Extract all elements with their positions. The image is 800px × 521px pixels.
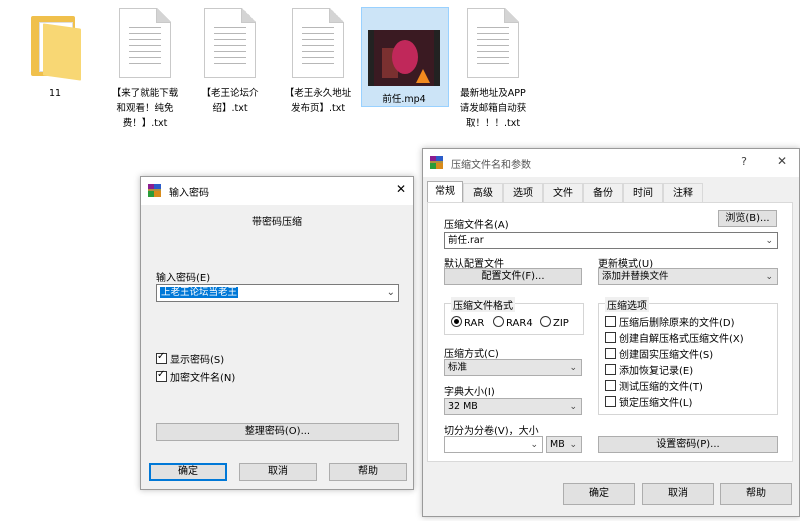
archive-name-input[interactable]: 前任.rar ⌄ (444, 232, 778, 249)
checkbox-icon (605, 396, 616, 407)
archive-help-button[interactable]: 帮助 (720, 483, 792, 505)
text-file-icon (467, 8, 519, 78)
option-solid[interactable]: 创建固实压缩文件(S) (605, 348, 713, 362)
split-volumes-label: 切分为分卷(V)，大小 (444, 426, 539, 437)
chevron-down-icon[interactable]: ⌄ (569, 399, 577, 415)
password-dialog-title: 输入密码 (169, 188, 209, 199)
vlc-cone-icon (416, 69, 430, 83)
option-delete-after[interactable]: 压缩后删除原来的文件(D) (605, 316, 735, 330)
checkbox-icon (605, 316, 616, 327)
file-txt-4[interactable]: 最新地址及APP 请发邮箱自动获 取！！！.txt (452, 8, 534, 131)
checkbox-icon (605, 332, 616, 343)
checkbox-checked-icon (156, 369, 167, 382)
chevron-down-icon[interactable]: ⌄ (387, 285, 395, 300)
update-mode-select[interactable]: 添加并替换文件 ⌄ (598, 268, 778, 285)
radio-unselected-icon (540, 316, 551, 327)
option-sfx[interactable]: 创建自解压格式压缩文件(X) (605, 332, 744, 346)
help-button[interactable]: 帮助 (329, 463, 407, 481)
organize-passwords-button[interactable]: 整理密码(O)... (156, 423, 399, 441)
archive-cancel-button[interactable]: 取消 (642, 483, 714, 505)
format-radio-rar4[interactable]: RAR4 (493, 316, 533, 330)
enter-password-label: 输入密码(E) (156, 273, 211, 284)
password-value: 上老王论坛当老王 (160, 287, 239, 298)
archive-options-group-title: 压缩选项 (605, 297, 649, 312)
archive-format-group: 压缩文件格式 RAR RAR4 ZIP (444, 297, 584, 335)
option-test[interactable]: 测试压缩的文件(T) (605, 380, 703, 394)
file-txt-2[interactable]: 【老王论坛介 绍】.txt (192, 8, 268, 116)
winrar-icon (148, 184, 161, 197)
option-lock[interactable]: 锁定压缩文件(L) (605, 396, 692, 410)
archive-ok-button[interactable]: 确定 (563, 483, 635, 505)
chevron-down-icon[interactable]: ⌄ (569, 360, 577, 376)
text-file-icon (204, 8, 256, 78)
tab-backup[interactable]: 备份 (583, 183, 623, 202)
dictionary-size-label: 字典大小(I) (444, 387, 495, 398)
password-input[interactable]: 上老王论坛当老王 ⌄ (156, 284, 399, 302)
checkbox-icon (605, 348, 616, 359)
profiles-button[interactable]: 配置文件(F)... (444, 268, 582, 285)
browse-button[interactable]: 浏览(B)... (718, 210, 777, 227)
file-label: 【老王论坛介 绍】.txt (201, 88, 259, 114)
archive-options-group: 压缩选项 压缩后删除原来的文件(D) 创建自解压格式压缩文件(X) 创建固实压缩… (598, 297, 778, 415)
show-password-checkbox[interactable]: 显示密码(S) (156, 351, 224, 367)
tab-time[interactable]: 时间 (623, 183, 663, 202)
tab-files[interactable]: 文件 (543, 183, 583, 202)
compression-method-label: 压缩方式(C) (444, 349, 499, 360)
tab-options[interactable]: 选项 (503, 183, 543, 202)
cancel-button[interactable]: 取消 (239, 463, 317, 481)
archive-dialog-titlebar: 压缩文件名和参数 ? ✕ (423, 149, 799, 177)
split-size-input[interactable]: ⌄ (444, 436, 543, 453)
ok-button[interactable]: 确定 (149, 463, 227, 481)
file-txt-1[interactable]: 【来了就能下载 和观看！纯免 费！】.txt (104, 8, 186, 131)
dictionary-size-select[interactable]: 32 MB ⌄ (444, 398, 582, 415)
video-thumbnail-icon (368, 30, 440, 86)
chevron-down-icon[interactable]: ⌄ (765, 233, 773, 249)
archive-format-group-title: 压缩文件格式 (451, 297, 515, 312)
text-file-icon (292, 8, 344, 78)
close-icon[interactable]: ✕ (396, 182, 406, 196)
radio-selected-icon (451, 316, 462, 327)
text-file-icon (119, 8, 171, 78)
close-icon[interactable]: ✕ (777, 154, 787, 168)
help-icon[interactable]: ? (741, 155, 747, 168)
file-label: 【老王永久地址 发布页】.txt (284, 88, 352, 114)
file-label: 最新地址及APP 请发邮箱自动获 取！！！.txt (459, 88, 527, 129)
compression-method-select[interactable]: 标准 ⌄ (444, 359, 582, 376)
format-radio-zip[interactable]: ZIP (540, 316, 569, 330)
winrar-icon (430, 156, 443, 169)
folder-11[interactable]: 11 (22, 8, 88, 101)
password-dialog-subtitle: 带密码压缩 (252, 217, 302, 228)
checkbox-checked-icon (156, 351, 167, 364)
file-label: 【来了就能下载 和观看！纯免 费！】.txt (111, 88, 179, 129)
radio-unselected-icon (493, 316, 504, 327)
tab-page-general: 压缩文件名(A) 浏览(B)... 前任.rar ⌄ 默认配置文件 配置文件(F… (427, 202, 793, 462)
split-unit-select[interactable]: MB ⌄ (546, 436, 582, 453)
tab-general[interactable]: 常规 (427, 181, 463, 203)
file-video[interactable]: 前任.mp4 (362, 30, 446, 107)
archive-dialog-title: 压缩文件名和参数 (451, 160, 531, 171)
tab-comment[interactable]: 注释 (663, 183, 703, 202)
format-radio-rar[interactable]: RAR (451, 316, 484, 330)
chevron-down-icon[interactable]: ⌄ (569, 437, 577, 453)
chevron-down-icon[interactable]: ⌄ (765, 269, 773, 285)
file-label: 前任.mp4 (382, 94, 426, 105)
checkbox-icon (605, 380, 616, 391)
folder-icon (29, 8, 81, 81)
file-label: 11 (48, 88, 62, 99)
set-password-button[interactable]: 设置密码(P)... (598, 436, 778, 453)
file-txt-3[interactable]: 【老王永久地址 发布页】.txt (278, 8, 358, 116)
option-recovery[interactable]: 添加恢复记录(E) (605, 364, 693, 378)
tab-advanced[interactable]: 高级 (463, 183, 503, 202)
encrypt-filenames-checkbox[interactable]: 加密文件名(N) (156, 369, 235, 385)
archive-name-label: 压缩文件名(A) (444, 220, 509, 231)
chevron-down-icon[interactable]: ⌄ (530, 437, 538, 453)
password-dialog: 输入密码 ✕ 带密码压缩 输入密码(E) 上老王论坛当老王 ⌄ 显示密码(S) … (140, 176, 414, 490)
password-dialog-titlebar: 输入密码 ✕ (141, 177, 413, 205)
checkbox-icon (605, 364, 616, 375)
